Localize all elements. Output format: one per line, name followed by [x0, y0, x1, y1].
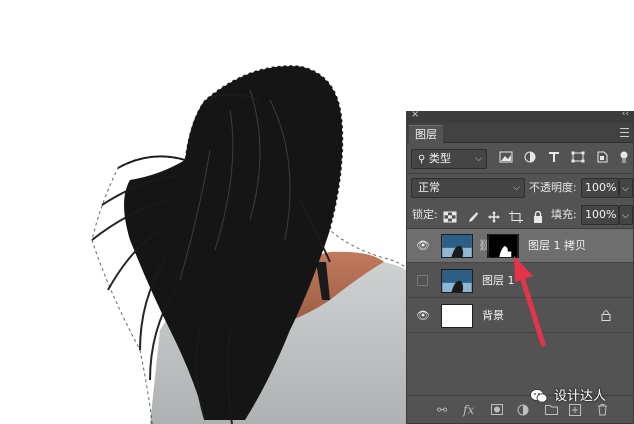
layer-row-layer-1-copy[interactable]: 👁 ⛓ 图层 1 拷贝	[407, 229, 633, 263]
chevron-down-icon: ⌵	[622, 184, 629, 194]
lock-image-pixels-icon[interactable]	[465, 211, 479, 223]
fill-stepper[interactable]: ⌵	[619, 205, 633, 225]
visibility-toggle-off[interactable]	[417, 275, 428, 286]
layer-thumbnail[interactable]	[441, 269, 473, 293]
fill-input[interactable]: 100%	[581, 205, 619, 225]
lock-label: 锁定:	[412, 208, 438, 221]
blend-mode-dropdown[interactable]: 正常 ⌵	[411, 178, 525, 198]
close-icon[interactable]: ×	[411, 109, 419, 120]
text-filter-icon[interactable]	[547, 151, 561, 163]
link-layers-icon[interactable]: ⚯	[437, 403, 447, 417]
adjustment-filter-icon[interactable]	[523, 151, 537, 163]
layer-name[interactable]: 图层 1	[482, 264, 515, 298]
collapse-icon[interactable]: ‹‹	[622, 109, 629, 119]
eye-icon[interactable]: 👁	[416, 240, 430, 252]
opacity-stepper[interactable]: ⌵	[619, 178, 633, 198]
layers-panel: × ‹‹ 图层 ⚲ 类型 ⌵ 正常 ⌵ 不透明度: 100% ⌵ 锁定: 填充:…	[406, 109, 634, 424]
layer-row-background[interactable]: 👁 背景	[407, 299, 633, 333]
filter-kind-dropdown[interactable]: ⚲ 类型 ⌵	[411, 149, 487, 169]
adjustment-layer-icon[interactable]	[517, 404, 529, 416]
layer-thumbnail[interactable]	[441, 304, 473, 328]
filter-row: ⚲ 类型 ⌵	[407, 147, 633, 171]
layer-name[interactable]: 图层 1 拷贝	[528, 229, 586, 263]
opacity-label: 不透明度:	[529, 181, 577, 194]
chevron-down-icon: ⌵	[475, 154, 482, 164]
panel-titlebar: × ‹‹	[407, 109, 633, 123]
fx-icon[interactable]: fx	[463, 403, 474, 417]
shape-filter-icon[interactable]	[571, 151, 585, 163]
filter-toggle-icon[interactable]	[619, 151, 629, 163]
smart-object-filter-icon[interactable]	[595, 151, 609, 163]
fill-label: 填充:	[551, 208, 577, 221]
layer-mask-thumbnail[interactable]	[487, 234, 519, 258]
panel-menu-icon[interactable]	[620, 128, 629, 137]
panel-tab-row: 图层	[407, 123, 633, 143]
blend-mode-value: 正常	[418, 181, 440, 194]
add-mask-icon[interactable]	[491, 404, 503, 415]
opacity-input[interactable]: 100%	[581, 178, 619, 198]
chevron-down-icon: ⌵	[622, 211, 629, 221]
lock-all-icon[interactable]	[531, 211, 545, 223]
image-filter-icon[interactable]	[499, 151, 513, 163]
layer-name[interactable]: 背景	[482, 299, 504, 333]
lock-transparent-pixels-icon[interactable]	[443, 211, 457, 223]
lock-artboard-icon[interactable]	[509, 211, 523, 223]
blend-row: 正常 ⌵ 不透明度: 100% ⌵	[407, 176, 633, 200]
search-icon: ⚲	[418, 154, 426, 165]
lock-icon	[601, 310, 611, 321]
layer-row-layer-1[interactable]: 图层 1	[407, 264, 633, 298]
chevron-down-icon: ⌵	[513, 183, 520, 193]
lock-position-icon[interactable]	[487, 211, 501, 223]
watermark-logo-icon	[530, 389, 548, 403]
layer-thumbnail[interactable]	[441, 234, 473, 258]
filter-kind-label: 类型	[428, 152, 451, 165]
watermark-text: 设计达人	[554, 389, 607, 404]
tab-layers[interactable]: 图层	[409, 125, 443, 143]
lock-row: 锁定: 填充: 100% ⌵	[407, 203, 633, 227]
eye-icon[interactable]: 👁	[416, 310, 430, 322]
